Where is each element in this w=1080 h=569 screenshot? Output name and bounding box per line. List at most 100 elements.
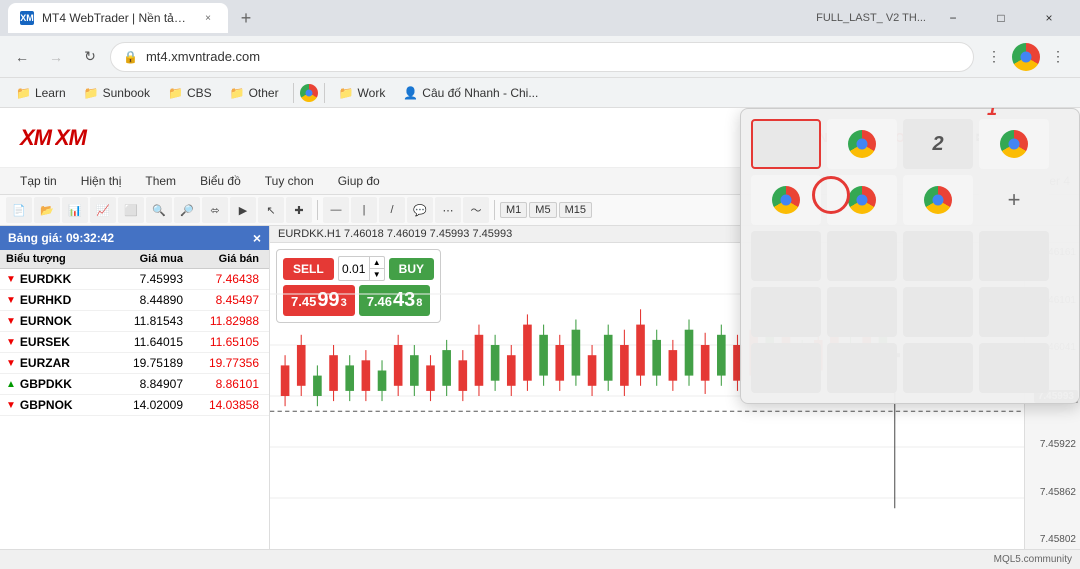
tab-thumb-empty-8[interactable] bbox=[979, 287, 1049, 337]
minimize-button[interactable]: − bbox=[930, 3, 976, 33]
tool-zoom-in[interactable]: 🔍 bbox=[146, 197, 172, 223]
tab-thumb-empty-12[interactable] bbox=[979, 343, 1049, 393]
tab-thumb-empty-10[interactable] bbox=[827, 343, 897, 393]
add-tab-grid-button[interactable]: + bbox=[979, 175, 1049, 225]
mt-menu-insert[interactable]: Them bbox=[135, 172, 186, 190]
bookmark-cbs[interactable]: 📁 CBS bbox=[160, 84, 220, 102]
tab-thumb-empty-5[interactable] bbox=[751, 287, 821, 337]
table-row[interactable]: ▼EURZAR 19.75189 19.77356 bbox=[0, 353, 269, 374]
chrome-account-button[interactable] bbox=[1012, 43, 1040, 71]
tool-cursor[interactable]: ↖ bbox=[258, 197, 284, 223]
table-row[interactable]: ▼EURHKD 8.44890 8.45497 bbox=[0, 290, 269, 311]
tool-right[interactable]: ▶ bbox=[230, 197, 256, 223]
folder-icon: 📁 bbox=[84, 86, 99, 100]
toolbar-right: ⋮ ⋮ bbox=[980, 43, 1072, 71]
tool-plus[interactable]: ✚ bbox=[286, 197, 312, 223]
window-controls: − □ × bbox=[930, 3, 1072, 33]
mt-menu-tabs: Tạp tin Hiện thị Them Biểu đồ Tuy chon G… bbox=[10, 172, 390, 190]
market-watch-columns: Biểu tượng Giá mua Giá bán bbox=[0, 250, 269, 269]
table-row[interactable]: ▼EURDKK 7.45993 7.46438 bbox=[0, 269, 269, 290]
close-button[interactable]: × bbox=[1026, 3, 1072, 33]
tab-thumb-empty-1[interactable] bbox=[751, 231, 821, 281]
tab-thumb-empty-9[interactable] bbox=[751, 343, 821, 393]
tool-new[interactable]: 📄 bbox=[6, 197, 32, 223]
tool-hline[interactable]: — bbox=[323, 197, 349, 223]
tool-candle[interactable]: ⬜ bbox=[118, 197, 144, 223]
symbol-eursek: ▼EURSEK bbox=[6, 335, 103, 349]
menu-button[interactable]: ⋮ bbox=[1044, 43, 1072, 71]
tab-thumb-chrome-5[interactable] bbox=[903, 175, 973, 225]
tab-thumb-2-label[interactable]: 2 bbox=[903, 119, 973, 169]
tab-thumb-empty-2[interactable] bbox=[827, 231, 897, 281]
tab-thumb-chrome-4[interactable] bbox=[827, 175, 897, 225]
reload-button[interactable]: ↻ bbox=[76, 43, 104, 71]
col-buy: Giá mua bbox=[103, 253, 183, 265]
bookmark-separator-2 bbox=[324, 83, 325, 103]
market-watch-panel: Bảng giá: 09:32:42 × Biểu tượng Giá mua … bbox=[0, 226, 270, 549]
tab-thumb-empty-7[interactable] bbox=[903, 287, 973, 337]
browser-tab-active[interactable]: XM MT4 WebTrader | Nền tảng MT... × bbox=[8, 3, 228, 33]
tool-chart[interactable]: 📈 bbox=[90, 197, 116, 223]
extensions-button[interactable]: ⋮ bbox=[980, 43, 1008, 71]
tool-comment[interactable]: 💬 bbox=[407, 197, 433, 223]
symbol-eurnok: ▼EURNOK bbox=[6, 314, 103, 328]
mt-menu-help[interactable]: Giup đo bbox=[328, 172, 390, 190]
bookmark-sunbook[interactable]: 📁 Sunbook bbox=[76, 84, 158, 102]
table-row[interactable]: ▼EURNOK 11.81543 11.82988 bbox=[0, 311, 269, 332]
tab-close-button[interactable]: × bbox=[200, 10, 216, 26]
bookmark-other[interactable]: 📁 Other bbox=[222, 84, 287, 102]
bookmark-work[interactable]: 📁 Work bbox=[331, 84, 394, 102]
folder-icon: 📁 bbox=[230, 86, 245, 100]
mt-menu-file[interactable]: Tạp tin bbox=[10, 172, 67, 190]
tab-thumb-chrome-1[interactable] bbox=[827, 119, 897, 169]
forward-button[interactable]: → bbox=[42, 43, 70, 71]
tool-tline[interactable]: / bbox=[379, 197, 405, 223]
lock-icon: 🔒 bbox=[123, 50, 138, 64]
mt-menu-view[interactable]: Hiện thị bbox=[71, 172, 132, 190]
bookmark-quiz[interactable]: 👤 Câu đố Nhanh - Chi... bbox=[395, 84, 546, 102]
market-watch-header: Bảng giá: 09:32:42 × bbox=[0, 226, 269, 250]
toolbar-separator-2 bbox=[494, 200, 495, 220]
tool-vline[interactable]: | bbox=[351, 197, 377, 223]
chart-symbol-info: EURDKK.H1 7.46018 7.46019 7.45993 7.4599… bbox=[278, 228, 512, 240]
xm-logo: XM XM bbox=[20, 125, 91, 151]
tool-move[interactable]: ⬄ bbox=[202, 197, 228, 223]
extra-tab-text: FULL_LAST_ V2 TH... bbox=[808, 12, 926, 24]
market-watch-close[interactable]: × bbox=[253, 230, 261, 246]
mql-community-link[interactable]: MQL5.community bbox=[994, 554, 1072, 565]
tab-thumb-empty-11[interactable] bbox=[903, 343, 973, 393]
toolbar-separator-1 bbox=[317, 200, 318, 220]
tab-thumb-empty-6[interactable] bbox=[827, 287, 897, 337]
tool-open[interactable]: 📂 bbox=[34, 197, 60, 223]
tab-thumb-chrome-3[interactable] bbox=[751, 175, 821, 225]
tool-zoom-out[interactable]: 🔎 bbox=[174, 197, 200, 223]
maximize-button[interactable]: □ bbox=[978, 3, 1024, 33]
tf-m1[interactable]: M1 bbox=[500, 202, 527, 218]
tf-m5[interactable]: M5 bbox=[529, 202, 556, 218]
table-row[interactable]: ▼EURSEK 11.64015 11.65105 bbox=[0, 332, 269, 353]
tool-wave[interactable]: 〜 bbox=[463, 197, 489, 223]
tool-marketwatch[interactable]: 📊 bbox=[62, 197, 88, 223]
mt-menu-charts[interactable]: Biểu đồ bbox=[190, 172, 251, 190]
person-icon: 👤 bbox=[403, 86, 418, 100]
new-tab-button[interactable]: + bbox=[232, 4, 260, 32]
table-row[interactable]: ▼GBPNOK 14.02009 14.03858 bbox=[0, 395, 269, 416]
table-row[interactable]: ▲GBPDKK 8.84907 8.86101 bbox=[0, 374, 269, 395]
col-symbol: Biểu tượng bbox=[6, 253, 103, 265]
svg-text:XM: XM bbox=[55, 127, 88, 149]
chrome-logo-icon-3 bbox=[772, 186, 800, 214]
back-button[interactable]: ← bbox=[8, 43, 36, 71]
tab-thumb-empty-3[interactable] bbox=[903, 231, 973, 281]
tab-thumb-selected[interactable] bbox=[751, 119, 821, 169]
address-bar[interactable]: 🔒 mt4.xmvntrade.com bbox=[110, 42, 974, 72]
tab-thumb-chrome-2[interactable] bbox=[979, 119, 1049, 169]
symbol-gbpnok: ▼GBPNOK bbox=[6, 398, 103, 412]
tf-m15[interactable]: M15 bbox=[559, 202, 592, 218]
tool-fib[interactable]: ⋯ bbox=[435, 197, 461, 223]
market-watch-title: Bảng giá: 09:32:42 bbox=[8, 231, 114, 245]
bookmark-learn[interactable]: 📁 Learn bbox=[8, 84, 74, 102]
browser-title-bar: XM MT4 WebTrader | Nền tảng MT... × + FU… bbox=[0, 0, 1080, 36]
mt-menu-tools[interactable]: Tuy chon bbox=[255, 172, 324, 190]
tab-thumb-empty-4[interactable] bbox=[979, 231, 1049, 281]
tab-grid-row-1: 2 bbox=[751, 119, 1069, 169]
